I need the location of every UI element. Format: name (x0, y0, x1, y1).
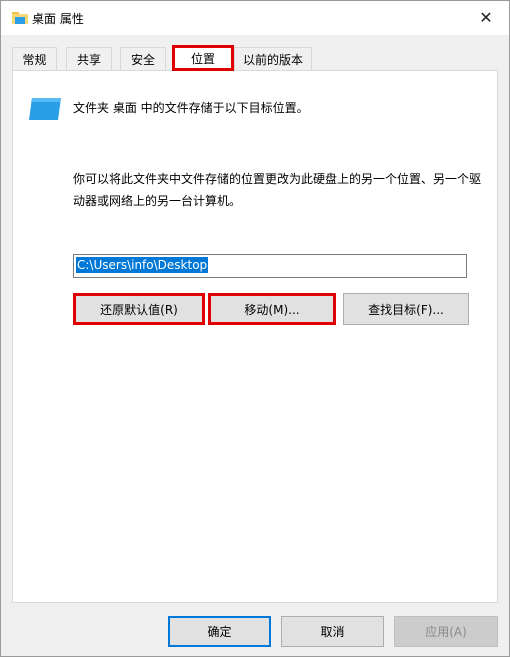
window-title: 桌面 属性 (32, 12, 84, 26)
location-panel: 文件夹 桌面 中的文件存储于以下目标位置。 你可以将此文件夹中文件存储的位置更改… (12, 70, 498, 603)
properties-dialog: 桌面 属性 ✕ 常规 共享 安全 位置 以前的版本 文件夹 桌面 中的文件存储于… (0, 0, 510, 657)
cancel-button[interactable]: 取消 (281, 616, 384, 647)
tab-security[interactable]: 安全 (120, 47, 166, 70)
tab-sharing[interactable]: 共享 (66, 47, 112, 70)
find-target-button[interactable]: 查找目标(F)... (343, 293, 469, 325)
tab-previous-versions[interactable]: 以前的版本 (234, 47, 312, 70)
desktop-folder-icon (29, 98, 61, 120)
move-button[interactable]: 移动(M)... (208, 293, 336, 325)
ok-button[interactable]: 确定 (168, 616, 271, 647)
tab-general[interactable]: 常规 (12, 47, 57, 70)
close-button[interactable]: ✕ (463, 1, 509, 33)
title-bar[interactable]: 桌面 属性 ✕ (1, 1, 509, 35)
restore-default-button[interactable]: 还原默认值(R) (73, 293, 205, 325)
path-input[interactable]: C:\Users\info\Desktop (73, 254, 467, 278)
tab-location[interactable]: 位置 (172, 45, 234, 71)
location-description: 你可以将此文件夹中文件存储的位置更改为此硬盘上的另一个位置、另一个驱动器或网络上… (73, 172, 482, 208)
folder-icon (12, 12, 28, 24)
apply-button[interactable]: 应用(A) (394, 616, 498, 647)
path-value: C:\Users\info\Desktop (76, 257, 209, 273)
folder-location-text: 文件夹 桌面 中的文件存储于以下目标位置。 (73, 101, 309, 115)
close-icon: ✕ (479, 7, 493, 27)
